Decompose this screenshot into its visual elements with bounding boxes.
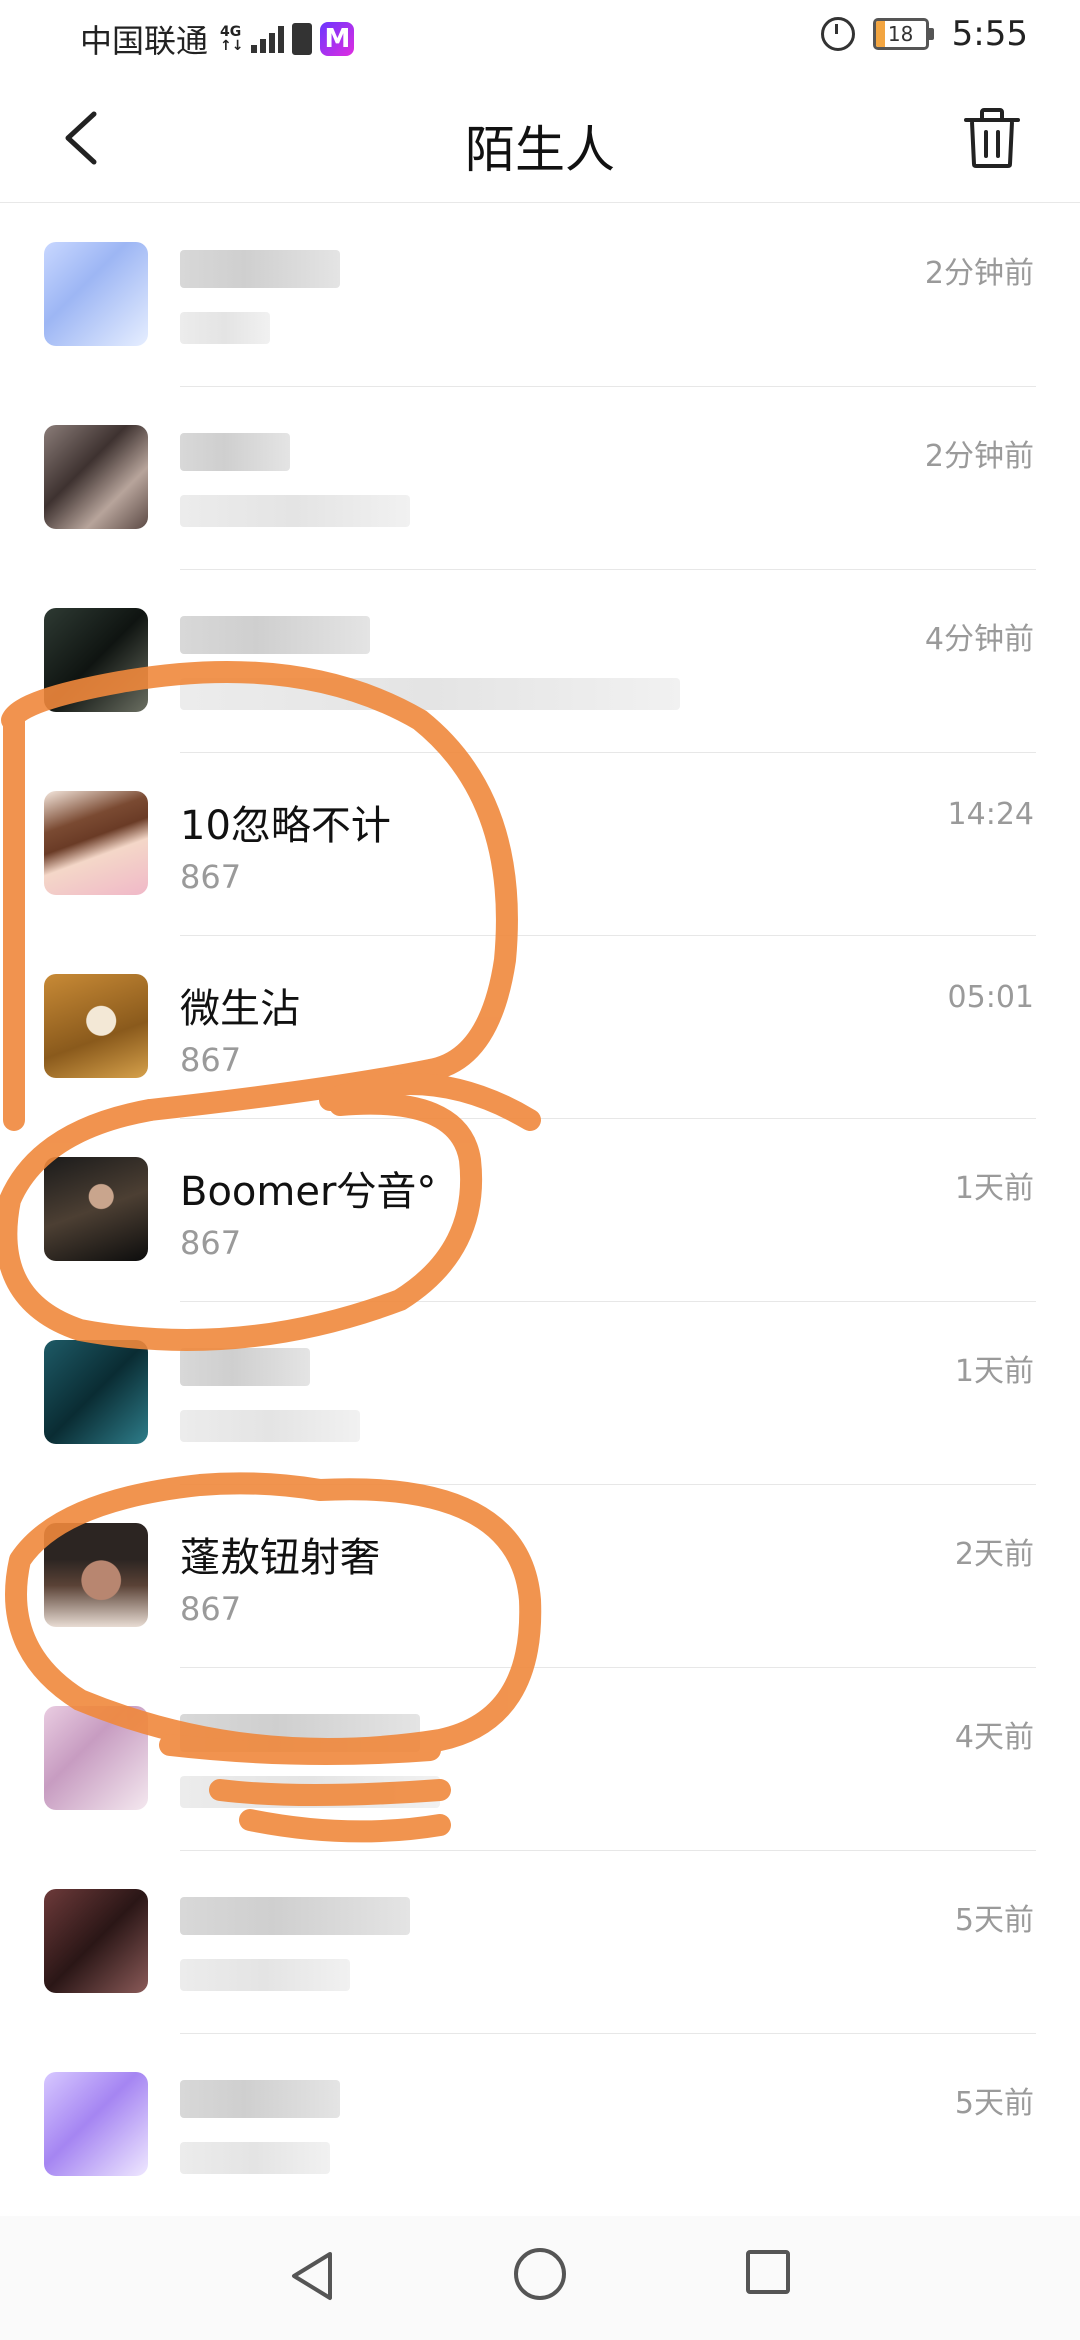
small-battery-icon bbox=[292, 23, 313, 55]
message-time: 4分钟前 bbox=[924, 622, 1034, 657]
redacted-preview bbox=[180, 678, 680, 710]
redacted-name bbox=[180, 616, 370, 654]
triangle-back-icon[interactable] bbox=[286, 2248, 336, 2304]
contact-name: Boomer兮音° bbox=[180, 1169, 437, 1215]
circle-home-icon[interactable] bbox=[514, 2248, 566, 2300]
redacted-name bbox=[180, 250, 340, 288]
page-title: 陌生人 bbox=[465, 121, 615, 179]
status-left: 中国联通 4G ↑↓ M bbox=[80, 16, 355, 62]
avatar[interactable] bbox=[44, 2072, 148, 2176]
redacted-preview bbox=[180, 2142, 330, 2174]
carrier-label: 中国联通 bbox=[80, 22, 209, 60]
signal-icon bbox=[251, 25, 285, 53]
avatar[interactable] bbox=[44, 974, 148, 1078]
conversation-row[interactable]: 蓬敖钮射奢 867 2天前 bbox=[0, 1485, 1080, 1668]
message-time: 2分钟前 bbox=[924, 439, 1034, 474]
conversation-row[interactable]: 2分钟前 bbox=[0, 387, 1080, 570]
avatar[interactable] bbox=[44, 1157, 148, 1261]
redacted-preview bbox=[180, 1959, 350, 1991]
app-notification-icon: M bbox=[320, 22, 355, 56]
message-preview: 867 bbox=[180, 1041, 242, 1079]
redacted-name bbox=[180, 1897, 410, 1935]
redacted-name bbox=[180, 433, 290, 471]
contact-name: 蓬敖钮射奢 bbox=[180, 1535, 380, 1581]
app-header: 陌生人 bbox=[0, 72, 1080, 203]
avatar[interactable] bbox=[44, 1706, 148, 1810]
message-time: 1天前 bbox=[954, 1354, 1034, 1389]
conversation-row[interactable]: 10忽略不计 867 14:24 bbox=[0, 753, 1080, 936]
redacted-name bbox=[180, 1714, 420, 1752]
message-time: 1天前 bbox=[954, 1171, 1034, 1206]
redacted-preview bbox=[180, 1776, 440, 1808]
avatar[interactable] bbox=[44, 791, 148, 895]
message-preview: 867 bbox=[180, 1224, 242, 1262]
status-bar: 中国联通 4G ↑↓ M 18 5:55 bbox=[0, 0, 1080, 72]
message-time: 5天前 bbox=[954, 1903, 1034, 1938]
conversation-row[interactable]: 5天前 bbox=[0, 1851, 1080, 2034]
avatar[interactable] bbox=[44, 1889, 148, 1993]
system-nav-bar bbox=[0, 2216, 1080, 2340]
conversation-row[interactable]: 2分钟前 bbox=[0, 204, 1080, 387]
message-time: 2天前 bbox=[954, 1537, 1034, 1572]
alarm-icon bbox=[820, 17, 855, 51]
status-right: 18 5:55 bbox=[820, 14, 1028, 54]
conversation-row[interactable]: Boomer兮音° 867 1天前 bbox=[0, 1119, 1080, 1302]
square-recent-icon[interactable] bbox=[746, 2250, 790, 2294]
conversation-row[interactable]: 4分钟前 bbox=[0, 570, 1080, 753]
contact-name: 10忽略不计 bbox=[180, 803, 391, 849]
message-preview: 867 bbox=[180, 1590, 242, 1628]
conversation-row[interactable]: 4天前 bbox=[0, 1668, 1080, 1851]
redacted-preview bbox=[180, 495, 410, 527]
network-type: 4G ↑↓ bbox=[220, 24, 244, 54]
avatar[interactable] bbox=[44, 425, 148, 529]
avatar[interactable] bbox=[44, 608, 148, 712]
redacted-name bbox=[180, 2080, 340, 2118]
conversation-row[interactable]: 1天前 bbox=[0, 1302, 1080, 1485]
message-time: 5天前 bbox=[954, 2086, 1034, 2121]
conversation-row[interactable]: 微生沾 867 05:01 bbox=[0, 936, 1080, 1119]
message-time: 14:24 bbox=[947, 797, 1034, 832]
battery-icon: 18 bbox=[872, 18, 934, 50]
message-time: 2分钟前 bbox=[924, 256, 1034, 291]
message-time: 4天前 bbox=[954, 1720, 1034, 1755]
redacted-preview bbox=[180, 1410, 360, 1442]
message-time: 05:01 bbox=[947, 980, 1034, 1015]
conversation-row[interactable]: 5天前 bbox=[0, 2034, 1080, 2217]
clock: 5:55 bbox=[951, 14, 1028, 54]
avatar[interactable] bbox=[44, 1523, 148, 1627]
trash-icon[interactable] bbox=[960, 106, 1024, 170]
message-preview: 867 bbox=[180, 858, 242, 896]
redacted-preview bbox=[180, 312, 270, 344]
redacted-name bbox=[180, 1348, 310, 1386]
avatar[interactable] bbox=[44, 1340, 148, 1444]
conversation-list: 2分钟前 2分钟前 4分钟前 10忽略不计 867 14:24 微生沾 867 05:01 Boo… bbox=[0, 204, 1080, 2217]
contact-name: 微生沾 bbox=[180, 986, 300, 1032]
avatar[interactable] bbox=[44, 242, 148, 346]
